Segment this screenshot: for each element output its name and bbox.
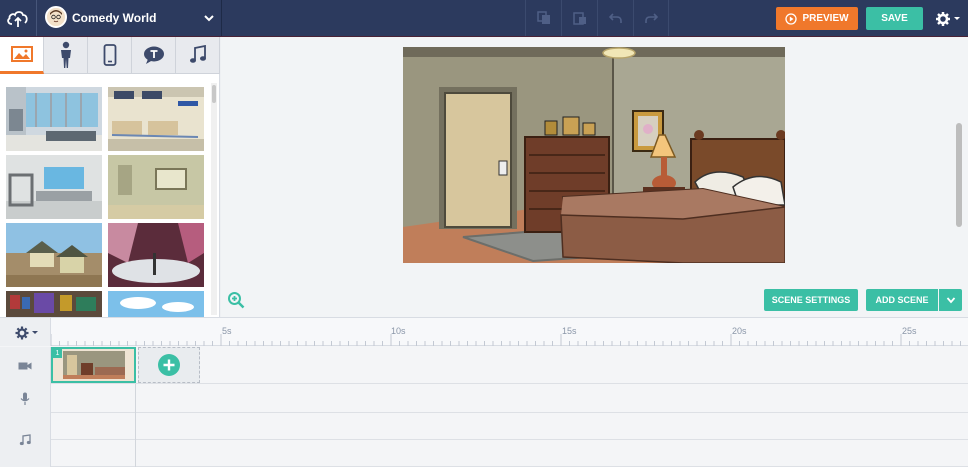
voice-track-label xyxy=(0,384,51,413)
background-thumbnail-stage-spotlights[interactable] xyxy=(108,223,204,287)
speech-bubble-icon xyxy=(143,46,164,64)
chevron-down-icon[interactable] xyxy=(203,11,215,23)
timeline-settings-cell xyxy=(0,318,51,346)
background-thumbnail-airport-lounge[interactable] xyxy=(6,87,102,151)
upload-cloud-icon[interactable] xyxy=(6,7,30,29)
gear-icon[interactable] xyxy=(14,325,40,341)
add-scene-button[interactable]: ADD SCENE xyxy=(866,289,938,311)
copy-button[interactable] xyxy=(525,0,561,36)
divider xyxy=(221,0,222,36)
redo-button[interactable] xyxy=(633,0,669,36)
phone-icon xyxy=(103,44,116,66)
chevron-down-icon xyxy=(946,297,955,304)
redo-icon xyxy=(645,13,658,23)
voice-track xyxy=(51,384,968,413)
asset-panel xyxy=(0,37,220,317)
scene-divider xyxy=(135,384,136,467)
music-note-icon xyxy=(19,434,31,446)
tab-text[interactable] xyxy=(132,37,176,74)
gear-icon[interactable] xyxy=(935,10,963,28)
preview-button[interactable]: PREVIEW xyxy=(776,7,858,30)
background-thumbnail-bookshelf-room[interactable] xyxy=(6,291,102,317)
music-track-2 xyxy=(51,440,968,467)
music-note-icon xyxy=(189,45,206,63)
scrollbar-thumb[interactable] xyxy=(212,85,216,103)
divider xyxy=(36,0,37,36)
scene-1-thumbnail[interactable]: 1 xyxy=(51,347,136,383)
asset-tabs xyxy=(0,37,220,74)
background-thumbnail-suburban-houses[interactable] xyxy=(6,223,102,287)
scene-canvas[interactable] xyxy=(403,47,785,263)
video-camera-icon xyxy=(18,362,32,369)
background-thumbnail-airport-checkin[interactable] xyxy=(108,87,204,151)
edit-tools xyxy=(525,0,669,36)
music-track xyxy=(51,413,968,440)
stage-scrollbar[interactable] xyxy=(956,123,962,227)
plus-circle-icon xyxy=(158,354,180,376)
scene-settings-button[interactable]: SCENE SETTINGS xyxy=(764,289,858,311)
tab-characters[interactable] xyxy=(44,37,88,74)
background-thumbnail-sky-clouds[interactable] xyxy=(108,291,204,317)
image-icon xyxy=(10,46,33,62)
tab-audio[interactable] xyxy=(176,37,220,74)
microphone-icon xyxy=(20,392,30,405)
paste-button[interactable] xyxy=(561,0,597,36)
music-track-label xyxy=(0,413,51,467)
zoom-in-icon[interactable] xyxy=(227,291,245,309)
project-title[interactable]: Comedy World xyxy=(72,11,156,25)
video-track-label xyxy=(0,347,51,384)
timeline: 5s 10s 15s 20s 25s 1 xyxy=(0,317,968,467)
tab-props[interactable] xyxy=(88,37,132,74)
avatar[interactable] xyxy=(45,6,67,28)
background-thumbnail-tent-room[interactable] xyxy=(108,155,204,219)
tab-backgrounds[interactable] xyxy=(0,37,44,74)
preview-label: PREVIEW xyxy=(802,13,849,24)
background-thumbnail-security-checkpoint[interactable] xyxy=(6,155,102,219)
undo-button[interactable] xyxy=(597,0,633,36)
stage-area: SCENE SETTINGS ADD SCENE xyxy=(221,37,968,317)
undo-icon xyxy=(608,13,622,23)
copy-icon xyxy=(536,11,550,24)
asset-scrollbar[interactable] xyxy=(211,83,217,315)
ruler-tick-marks xyxy=(51,334,961,346)
save-button[interactable]: SAVE xyxy=(866,7,923,30)
top-bar: Comedy World PREVIEW SAVE xyxy=(0,0,968,37)
play-circle-icon xyxy=(785,12,798,25)
scene-number: 1 xyxy=(53,349,62,358)
paste-icon xyxy=(572,12,586,25)
add-scene-slot[interactable] xyxy=(138,347,200,383)
add-scene-dropdown[interactable] xyxy=(939,289,962,311)
timeline-ruler: 5s 10s 15s 20s 25s xyxy=(0,318,968,346)
person-icon xyxy=(60,41,71,68)
